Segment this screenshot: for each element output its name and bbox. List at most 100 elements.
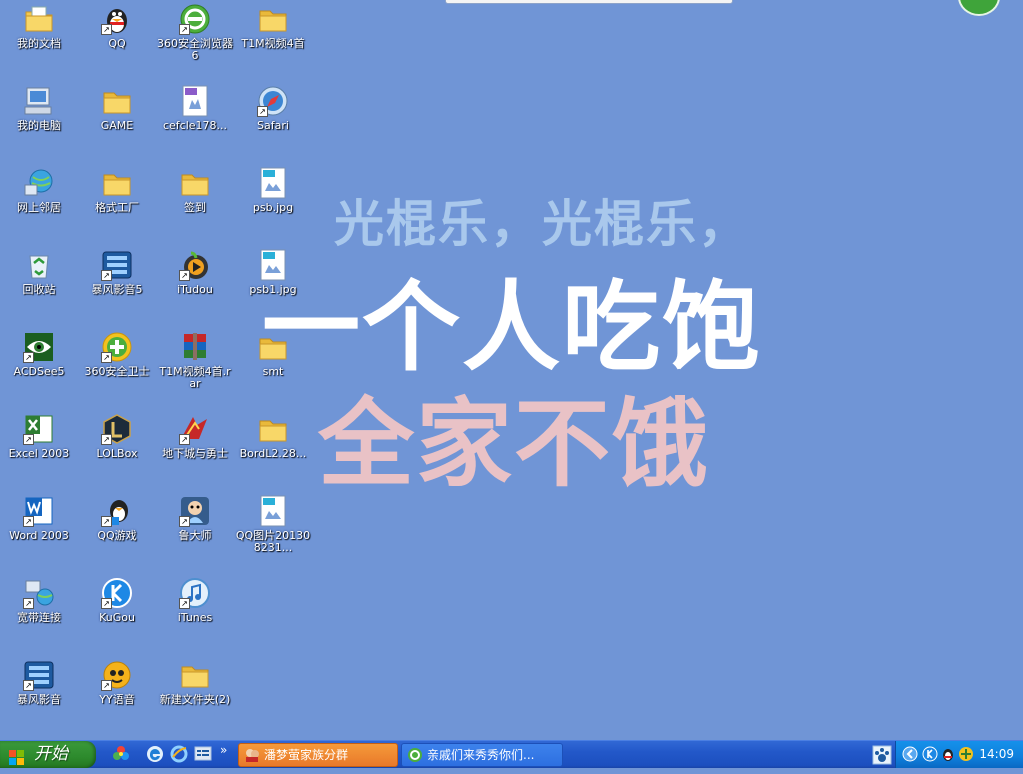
clock[interactable]: 14:09 (979, 741, 1014, 768)
desktop-icon-label: T1M视频4首 (241, 37, 305, 50)
desktop-icon[interactable]: BordL2.28... (234, 413, 312, 460)
jpg-file-icon (257, 249, 289, 281)
taskbar-task-browser[interactable]: 亲戚们来秀秀你们... (401, 743, 563, 767)
shortcut-arrow-icon: ↗ (179, 270, 190, 281)
desktop-icon[interactable]: ↗ Excel 2003 (0, 413, 78, 460)
tray-qq-icon[interactable] (940, 746, 956, 762)
shortcut-arrow-icon: ↗ (23, 352, 34, 363)
tray-kugou-icon[interactable] (922, 746, 938, 762)
desktop-icon[interactable]: 回收站 (0, 249, 78, 296)
taskbar-task-qq-group[interactable]: 潘梦萤家族分群 (238, 743, 398, 767)
shortcut-arrow-icon: ↗ (179, 24, 190, 35)
desktop-icon[interactable]: ↗ iTunes (156, 577, 234, 624)
desktop-icon[interactable]: ↗ QQ游戏 (78, 495, 156, 542)
quicklaunch-desktop-icon[interactable] (194, 745, 212, 763)
excel-icon: ↗ (23, 413, 55, 445)
desktop-icon[interactable]: 格式工厂 (78, 167, 156, 214)
desktop-icon-label: iTudou (177, 283, 213, 296)
system-tray: 14:09 (895, 741, 1023, 768)
baofeng-player-icon: ↗ (101, 249, 133, 281)
quicklaunch-browser-icon[interactable] (170, 745, 188, 763)
desktop-icon[interactable]: ↗ 暴风影音 (0, 659, 78, 706)
my-computer-icon (23, 85, 55, 117)
qq-group-icon (244, 747, 260, 763)
desktop-icon[interactable]: cefcle178... (156, 85, 234, 132)
desktop-icon-label: Safari (257, 119, 289, 132)
tray-paw-icon[interactable] (872, 745, 892, 765)
gif-file-icon (179, 85, 211, 117)
desktop-icon-label: T1M视频4首.rar (159, 365, 231, 390)
shortcut-arrow-icon: ↗ (179, 516, 190, 527)
yy-voice-icon: ↗ (101, 659, 133, 691)
desktop-icon-label: 我的电脑 (17, 119, 61, 132)
shortcut-arrow-icon: ↗ (101, 352, 112, 363)
word-icon: ↗ (23, 495, 55, 527)
folder-icon (101, 167, 133, 199)
desktop-icon[interactable]: ↗ ACDSee5 (0, 331, 78, 378)
desktop-icon-label: 360安全浏览器6 (157, 37, 233, 62)
desktop-icon[interactable]: ↗ Safari (234, 85, 312, 132)
tray-expand-icon[interactable] (902, 746, 918, 762)
desktop-icon[interactable]: GAME (78, 85, 156, 132)
desktop-icon[interactable]: 新建文件夹(2) (156, 659, 234, 706)
desktop-icon-label: LOLBox (96, 447, 138, 460)
recycle-bin-icon (23, 249, 55, 281)
my-documents-icon (23, 3, 55, 35)
desktop-icon[interactable]: ↗ 360安全卫士 (78, 331, 156, 378)
window-edge-fragment (445, 0, 733, 4)
desktop-icon[interactable]: ↗ QQ (78, 3, 156, 50)
quicklaunch-more-button[interactable]: » (220, 743, 227, 757)
jpg-file-icon (257, 167, 289, 199)
shortcut-arrow-icon: ↗ (179, 598, 190, 609)
folder-icon (257, 413, 289, 445)
quicklaunch-ie-icon[interactable] (146, 745, 164, 763)
quicklaunch-flower-icon[interactable] (112, 745, 130, 763)
kugou-icon: ↗ (101, 577, 133, 609)
desktop-icon[interactable]: ↗ LOLBox (78, 413, 156, 460)
shortcut-arrow-icon: ↗ (101, 680, 112, 691)
desktop-icon[interactable]: smt (234, 331, 312, 378)
desktop-icon-label: iTunes (177, 611, 213, 624)
desktop-icon-label: 回收站 (22, 283, 56, 296)
desktop-icon-label: QQ游戏 (97, 529, 137, 542)
shortcut-arrow-icon: ↗ (23, 434, 34, 445)
desktop-icon[interactable]: psb1.jpg (234, 249, 312, 296)
tray-360-icon[interactable] (958, 746, 974, 762)
desktop-icon[interactable]: QQ图片201308231... (234, 495, 312, 554)
itunes-icon: ↗ (179, 577, 211, 609)
acdsee-eye-icon: ↗ (23, 331, 55, 363)
start-button[interactable]: 开始 (0, 741, 96, 768)
desktop-icon[interactable]: 网上邻居 (0, 167, 78, 214)
desktop-icon-label: psb.jpg (252, 201, 294, 214)
ludashi-icon: ↗ (179, 495, 211, 527)
desktop-icon[interactable]: ↗ YY语音 (78, 659, 156, 706)
desktop-icon-label: QQ图片201308231... (235, 529, 311, 554)
desktop-icon[interactable]: ↗ 360安全浏览器6 (156, 3, 234, 62)
desktop-icon[interactable]: ↗ 地下城与勇士 (156, 413, 234, 460)
itudou-icon: ↗ (179, 249, 211, 281)
shortcut-arrow-icon: ↗ (101, 434, 112, 445)
desktop-icon-label: 宽带连接 (17, 611, 61, 624)
shortcut-arrow-icon: ↗ (101, 516, 112, 527)
desktop-icon[interactable]: ↗ 暴风影音5 (78, 249, 156, 296)
folder-icon (179, 659, 211, 691)
desktop-icon[interactable]: ↗ 宽带连接 (0, 577, 78, 624)
desktop-icon[interactable]: psb.jpg (234, 167, 312, 214)
desktop-icon[interactable]: 我的电脑 (0, 85, 78, 132)
desktop-icon[interactable]: ↗ KuGou (78, 577, 156, 624)
desktop-icon-label: Word 2003 (9, 529, 69, 542)
desktop-icon[interactable]: ↗ Word 2003 (0, 495, 78, 542)
desktop-icon-label: 360安全卫士 (84, 365, 150, 378)
desktop-icon[interactable]: ↗ 鲁大师 (156, 495, 234, 542)
taskbar: 开始 » 潘梦萤家族分群 亲戚们来秀秀你们... 14:09 (0, 740, 1023, 768)
desktop-icon-label: 暴风影音 (17, 693, 61, 706)
360-safeguard-icon: ↗ (101, 331, 133, 363)
desktop-icon[interactable]: T1M视频4首.rar (156, 331, 234, 390)
desktop-icon[interactable]: ↗ iTudou (156, 249, 234, 296)
desktop-icon[interactable]: 我的文档 (0, 3, 78, 50)
shortcut-arrow-icon: ↗ (101, 24, 112, 35)
shortcut-arrow-icon: ↗ (179, 434, 190, 445)
desktop-icon[interactable]: 签到 (156, 167, 234, 214)
floating-widget-fragment[interactable] (958, 0, 1000, 16)
desktop-icon[interactable]: T1M视频4首 (234, 3, 312, 50)
